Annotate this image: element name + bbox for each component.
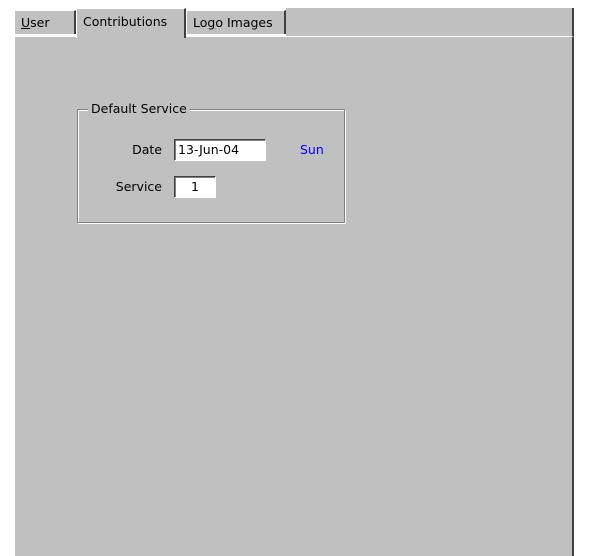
default-service-group: Default Service Date 13-Jun-04 Sun Servi… <box>77 101 345 223</box>
tab-logo-prefix: Lo <box>193 15 208 30</box>
tab-strip-fill <box>286 8 574 36</box>
date-label: Date <box>132 142 162 157</box>
tab-user-label: ser <box>30 15 50 30</box>
day-of-week-label: Sun <box>300 142 324 157</box>
tab-user[interactable]: User <box>14 10 76 34</box>
service-label: Service <box>115 179 162 194</box>
tab-contributions-label: Contributions <box>83 14 168 29</box>
default-service-title: Default Service <box>88 101 190 117</box>
date-field[interactable]: 13-Jun-04 <box>174 139 266 161</box>
tab-logo-suffix: o Images <box>215 15 273 30</box>
service-field[interactable]: 1 <box>174 176 216 198</box>
contributions-panel: Default Service Date 13-Jun-04 Sun Servi… <box>14 36 574 556</box>
tab-logo-images[interactable]: Logo Images <box>186 10 286 34</box>
properties-dialog: User Contributions Logo Images Default S… <box>0 0 592 556</box>
tab-user-accel: U <box>21 15 31 30</box>
tab-contributions[interactable]: Contributions <box>76 8 186 38</box>
